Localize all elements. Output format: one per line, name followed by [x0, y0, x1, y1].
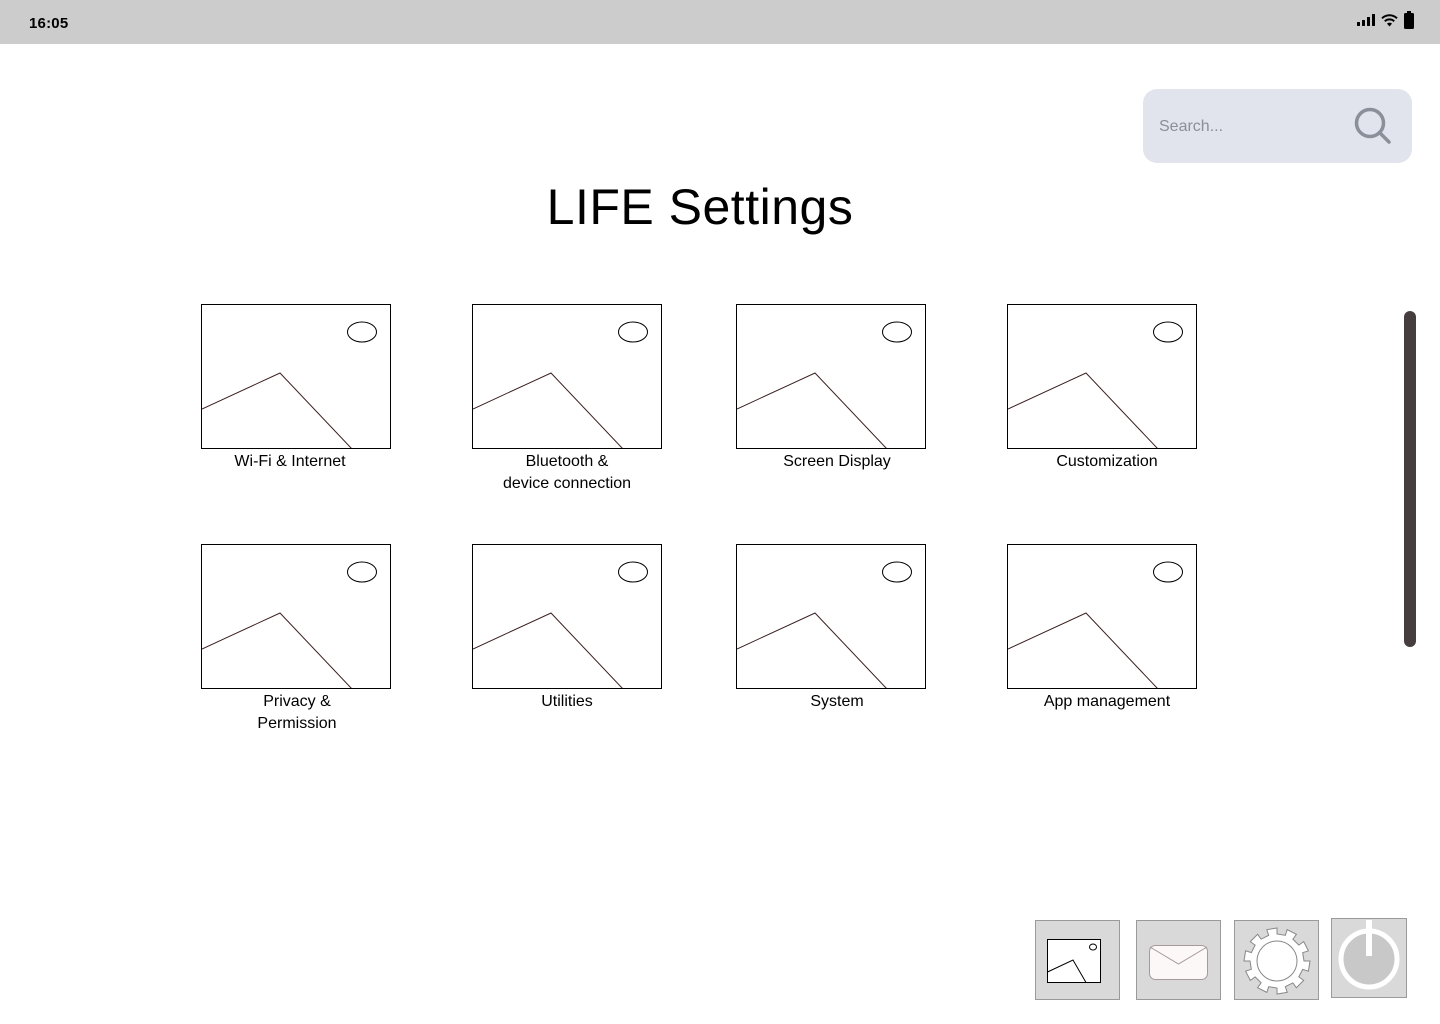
image-placeholder-icon	[736, 304, 926, 449]
power-button[interactable]	[1331, 918, 1407, 998]
image-placeholder-icon	[1007, 304, 1197, 449]
settings-button[interactable]	[1234, 920, 1319, 1000]
settings-tile-label: Bluetooth & device connection	[502, 453, 632, 492]
settings-tile-label: Customization	[1056, 453, 1158, 470]
image-placeholder-icon	[472, 544, 662, 689]
gallery-button[interactable]	[1035, 920, 1120, 1000]
image-placeholder-icon	[201, 544, 391, 689]
status-icons	[1357, 11, 1414, 29]
mail-button[interactable]	[1136, 920, 1221, 1000]
scrollbar[interactable]	[1404, 311, 1416, 647]
gallery-icon	[1047, 939, 1101, 983]
settings-gear-icon	[1243, 927, 1311, 995]
search-box[interactable]	[1143, 89, 1412, 163]
battery-icon	[1404, 11, 1414, 29]
wifi-icon	[1381, 13, 1398, 26]
settings-tile-label: Wi-Fi & Internet	[234, 453, 346, 470]
settings-tile-label: App management	[1043, 693, 1171, 710]
image-placeholder-icon	[201, 304, 391, 449]
image-placeholder-icon	[472, 304, 662, 449]
image-placeholder-icon	[1007, 544, 1197, 689]
status-bar: 16:05	[0, 0, 1440, 44]
status-time: 16:05	[29, 15, 69, 32]
image-placeholder-icon	[736, 544, 926, 689]
settings-tile-label: Privacy & Permission	[257, 693, 337, 732]
settings-tile-label: System	[810, 693, 864, 710]
mail-icon	[1149, 945, 1208, 980]
settings-tile-label: Utilities	[541, 693, 593, 710]
settings-tile-label: Screen Display	[783, 453, 891, 470]
page-title: LIFE Settings	[546, 179, 854, 235]
search-input[interactable]	[1159, 114, 1339, 140]
search-icon[interactable]	[1353, 106, 1393, 146]
signal-icon	[1357, 14, 1375, 26]
power-icon	[1338, 920, 1400, 990]
